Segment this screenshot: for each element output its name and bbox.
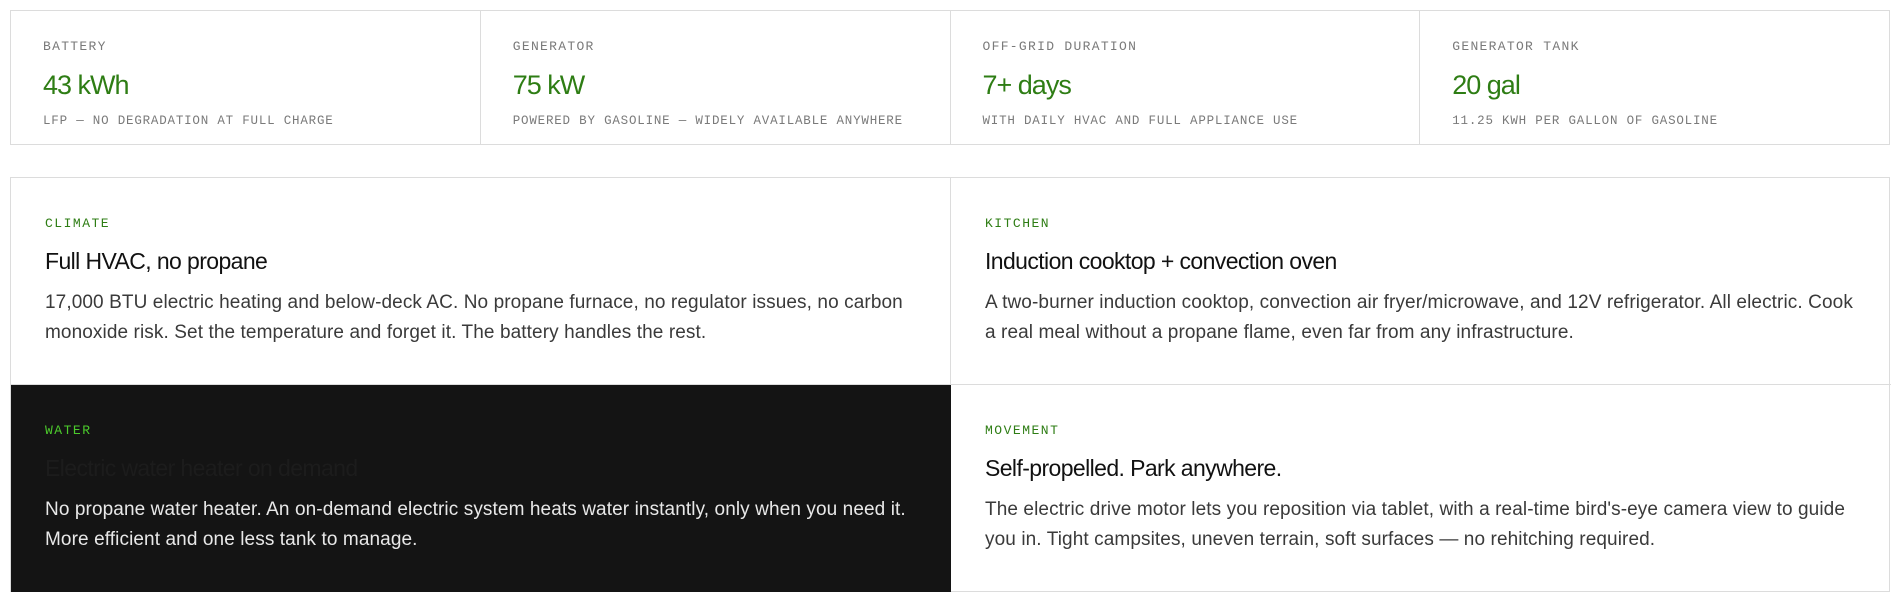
stat-value: 7+ days — [982, 70, 1072, 100]
feature-tag: WATER — [45, 423, 92, 438]
stat-subtext: POWERED BY GASOLINE — WIDELY AVAILABLE A… — [512, 114, 903, 128]
stat-label: OFF-GRID DURATION — [982, 39, 1138, 54]
feature-card-water: WATER Electric water heater on demand No… — [11, 385, 951, 592]
feature-card-climate: CLIMATE Full HVAC, no propane 17,000 BTU… — [11, 178, 951, 385]
feature-tag: CLIMATE — [45, 216, 111, 231]
feature-tag: MOVEMENT — [985, 423, 1060, 438]
stat-battery: BATTERY 43 kWh LFP — NO DEGRADATION AT F… — [11, 11, 481, 144]
feature-description: 17,000 BTU electric heating and below-de… — [45, 292, 903, 343]
stat-subtext: LFP — NO DEGRADATION AT FULL CHARGE — [43, 114, 334, 128]
feature-description: The electric drive motor lets you reposi… — [985, 499, 1845, 550]
stat-off-grid-duration: OFF-GRID DURATION 7+ days WITH DAILY HVA… — [951, 11, 1421, 144]
stat-label: BATTERY — [43, 39, 107, 54]
feature-description: A two-burner induction cooktop, convecti… — [985, 292, 1853, 343]
feature-title: Self-propelled. Park anywhere. — [985, 455, 1282, 481]
feature-title: Induction cooktop + convection oven — [985, 248, 1337, 274]
stat-label: GENERATOR — [512, 39, 595, 54]
feature-title: Full HVAC, no propane — [45, 248, 268, 274]
stat-subtext: WITH DAILY HVAC AND FULL APPLIANCE USE — [982, 114, 1298, 128]
stat-generator: GENERATOR 75 kW POWERED BY GASOLINE — WI… — [481, 11, 951, 144]
stat-value: 43 kWh — [43, 70, 130, 100]
stat-value: 75 kW — [512, 70, 586, 100]
feature-card-movement: MOVEMENT Self-propelled. Park anywhere. … — [951, 385, 1891, 592]
spec-stats-bar: BATTERY 43 kWh LFP — NO DEGRADATION AT F… — [10, 10, 1890, 145]
feature-tag: KITCHEN — [985, 216, 1051, 231]
feature-title: Electric water heater on demand — [45, 455, 358, 481]
feature-card-kitchen: KITCHEN Induction cooktop + convection o… — [951, 178, 1891, 385]
feature-description: No propane water heater. An on-demand el… — [45, 499, 906, 550]
feature-grid: CLIMATE Full HVAC, no propane 17,000 BTU… — [10, 177, 1891, 592]
stat-generator-tank: GENERATOR TANK 20 gal 11.25 KWH PER GALL… — [1420, 11, 1889, 144]
stat-value: 20 gal — [1452, 70, 1521, 100]
stat-subtext: 11.25 KWH PER GALLON OF GASOLINE — [1452, 114, 1718, 128]
stat-label: GENERATOR TANK — [1452, 39, 1580, 54]
